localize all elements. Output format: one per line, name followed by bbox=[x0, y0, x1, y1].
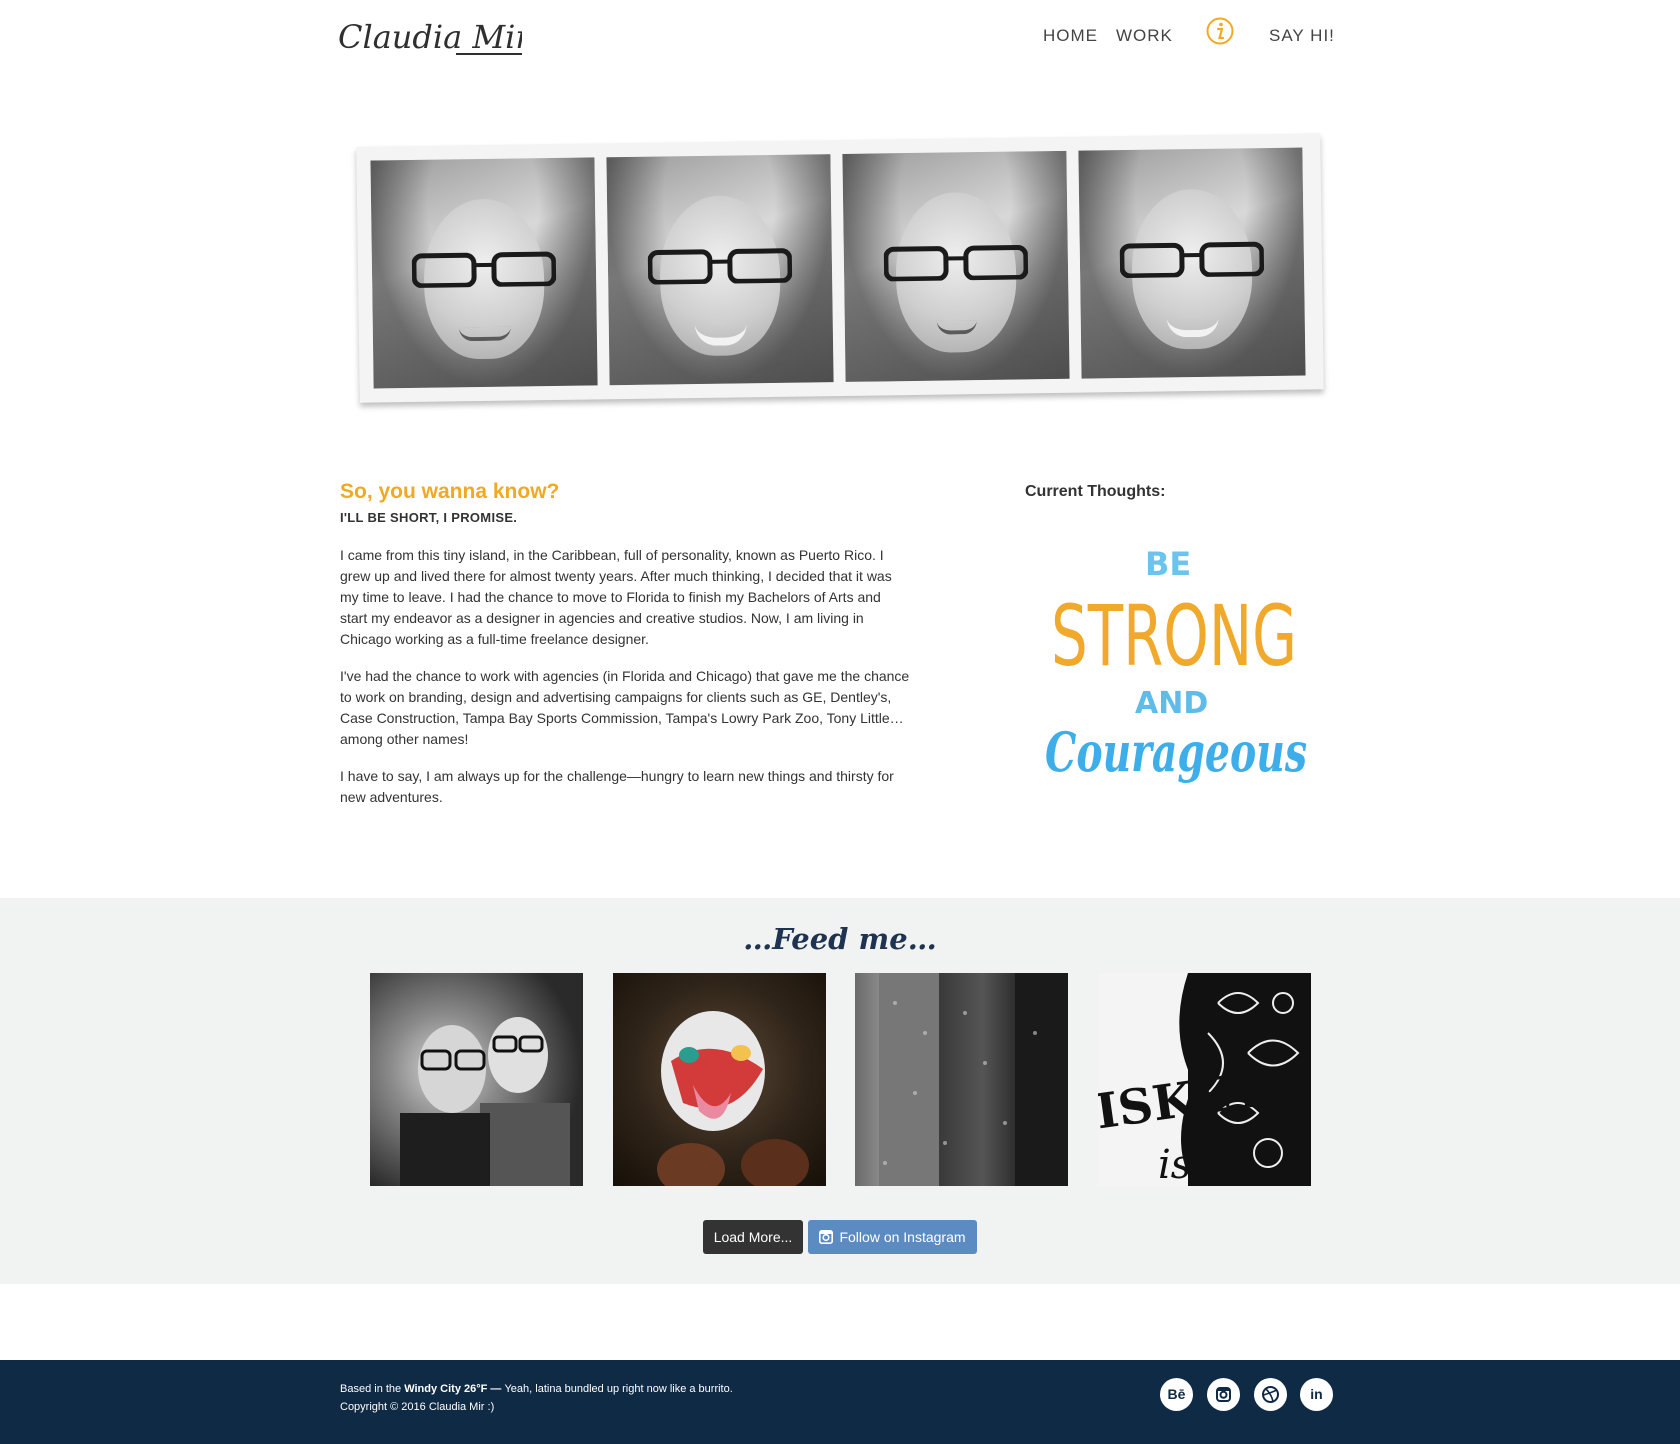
quote-line-be: BE bbox=[1145, 545, 1191, 583]
main-nav: HOME WORK SAY HI! bbox=[1040, 17, 1340, 52]
quote-line-courageous: Courageous bbox=[1045, 720, 1307, 784]
footer-copyright: Copyright © 2016 Claudia Mir :) bbox=[340, 1401, 495, 1413]
instagram-icon bbox=[819, 1230, 834, 1244]
about-paragraph-2: I've had the chance to work with agencie… bbox=[340, 668, 910, 747]
quote-line-and: AND bbox=[1135, 686, 1208, 721]
feed-photo-2[interactable] bbox=[613, 973, 826, 1186]
dribbble-icon[interactable] bbox=[1254, 1378, 1287, 1411]
about-subtitle: I'LL BE SHORT, I PROMISE. bbox=[340, 510, 518, 525]
nav-work[interactable]: WORK bbox=[1116, 26, 1173, 46]
thoughts-title: Current Thoughts: bbox=[1025, 483, 1166, 500]
site-header: Claudia Mir HOME WORK SAY HI! bbox=[0, 0, 1680, 90]
feed-photo-1[interactable] bbox=[370, 973, 583, 1186]
logo-text: Claudia Mir bbox=[338, 18, 522, 56]
quote-artwork: BE STRONG AND Courageous bbox=[1045, 545, 1307, 784]
nav-say-hi[interactable]: SAY HI! bbox=[1269, 26, 1335, 46]
linkedin-icon[interactable]: in bbox=[1300, 1378, 1333, 1411]
site-logo[interactable]: Claudia Mir bbox=[338, 14, 532, 60]
instagram-feed: …Feed me… ISKEY is Load More... Follow o… bbox=[0, 898, 1680, 1284]
feed-photo-4[interactable]: ISKEY is bbox=[1098, 973, 1311, 1186]
portrait-photo-1 bbox=[370, 157, 598, 389]
feed-buttons: Load More... Follow on Instagram bbox=[0, 1220, 1680, 1254]
about-section: So, you wanna know? I'LL BE SHORT, I PRO… bbox=[340, 480, 910, 808]
load-more-button[interactable]: Load More... bbox=[703, 1220, 803, 1254]
follow-instagram-label: Follow on Instagram bbox=[839, 1229, 966, 1245]
about-title: So, you wanna know? bbox=[340, 480, 560, 503]
footer-text: Based in the Windy City 26°F — Yeah, lat… bbox=[340, 1380, 733, 1416]
feed-4-text-2: is bbox=[1158, 1142, 1191, 1186]
about-paragraph-3: I have to say, I am always up for the ch… bbox=[340, 768, 894, 805]
nav-info[interactable] bbox=[1205, 16, 1235, 46]
portrait-photo-4 bbox=[1078, 147, 1306, 379]
follow-instagram-button[interactable]: Follow on Instagram bbox=[808, 1220, 977, 1254]
photo-strip bbox=[356, 133, 1324, 403]
instagram-social-icon[interactable] bbox=[1207, 1378, 1240, 1411]
behance-icon[interactable]: Bē bbox=[1160, 1378, 1193, 1411]
feed-photo-3[interactable] bbox=[855, 973, 1068, 1186]
feed-title: …Feed me… bbox=[743, 922, 937, 956]
info-icon bbox=[1206, 17, 1234, 45]
logo-signature: Claudia Mir bbox=[338, 18, 532, 56]
portrait-photo-3 bbox=[842, 150, 1070, 382]
nav-home[interactable]: HOME bbox=[1043, 26, 1098, 46]
portrait-photo-2 bbox=[606, 154, 834, 386]
site-footer: Based in the Windy City 26°F — Yeah, lat… bbox=[0, 1360, 1680, 1444]
quote-line-strong: STRONG bbox=[1051, 587, 1297, 685]
footer-line-1: Based in the Windy City 26°F — Yeah, lat… bbox=[340, 1383, 733, 1395]
current-thoughts: Current Thoughts: BE STRONG AND Courageo… bbox=[1025, 483, 1315, 784]
about-paragraph-1: I came from this tiny island, in the Car… bbox=[340, 547, 892, 647]
